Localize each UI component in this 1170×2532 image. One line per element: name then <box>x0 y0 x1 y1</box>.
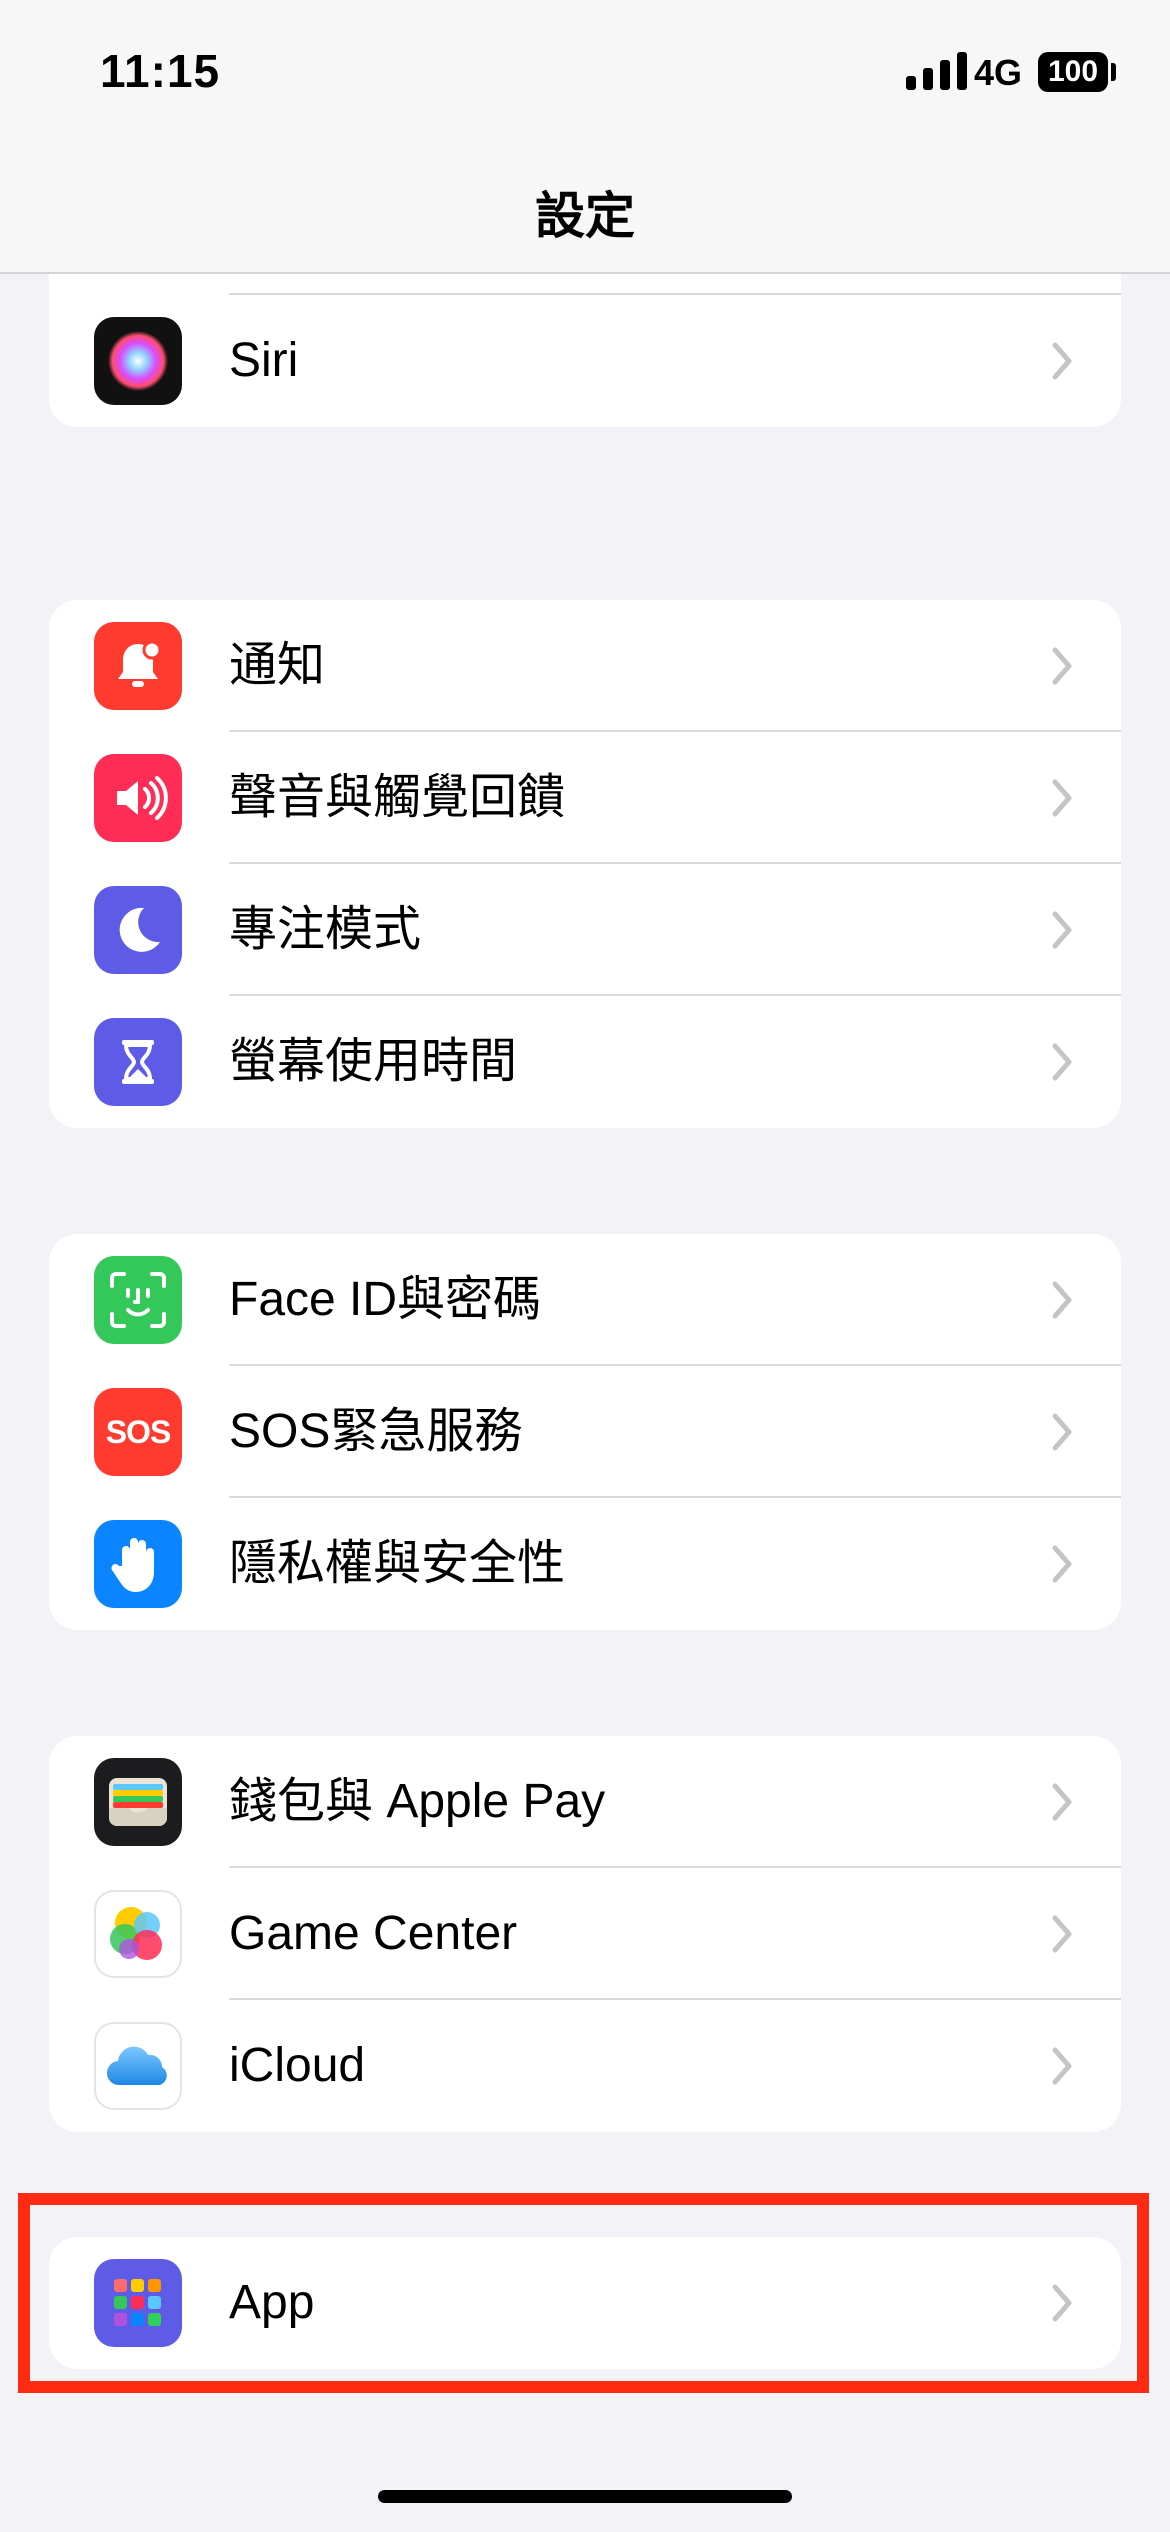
settings-row-label: 專注模式 <box>229 903 422 956</box>
network-type: 4G <box>974 52 1023 93</box>
face-id-icon <box>94 1256 182 1344</box>
settings-row-privacy-security[interactable]: 隱私權與安全性 <box>49 1498 1121 1630</box>
settings-group-accounts: 錢包與 Apple Pay Game Center iCloud <box>49 1736 1121 2132</box>
settings-row-screen-time[interactable]: 螢幕使用時間 <box>49 996 1121 1128</box>
chevron-right-icon <box>1052 647 1072 685</box>
navigation-header: 11:15 4G 100 設定 <box>0 0 1170 274</box>
settings-row-label: Face ID與密碼 <box>229 1273 542 1326</box>
settings-row-sounds-haptics[interactable]: 聲音與觸覺回饋 <box>49 732 1121 864</box>
settings-row-label: 通知 <box>229 639 326 692</box>
settings-row-label: 隱私權與安全性 <box>229 1537 566 1590</box>
settings-group-notifications: 通知 聲音與觸覺回饋 專注模式 螢幕使用時間 <box>49 600 1121 1128</box>
siri-icon <box>94 317 182 405</box>
settings-row-label: Siri <box>229 334 299 387</box>
settings-row-emergency-sos[interactable]: SOS SOS緊急服務 <box>49 1366 1121 1498</box>
status-time: 11:15 <box>100 45 221 97</box>
chevron-right-icon <box>1052 1545 1072 1583</box>
settings-row-notifications[interactable]: 通知 <box>49 600 1121 732</box>
sos-icon: SOS <box>94 1388 182 1476</box>
settings-row-label: Game Center <box>229 1907 518 1960</box>
sos-icon-text: SOS <box>105 1413 172 1450</box>
settings-row-icloud[interactable]: iCloud <box>49 2000 1121 2132</box>
moon-icon <box>94 886 182 974</box>
battery-tip <box>1111 63 1116 81</box>
settings-row-game-center[interactable]: Game Center <box>49 1868 1121 2000</box>
battery-icon: 100 <box>1038 52 1108 92</box>
settings-row-label: iCloud <box>229 2039 366 2092</box>
settings-group-security: Face ID與密碼 SOS SOS緊急服務 隱私權與安全性 <box>49 1234 1121 1630</box>
settings-row-siri[interactable]: Siri <box>49 295 1121 427</box>
chevron-right-icon <box>1052 1783 1072 1821</box>
settings-row-focus[interactable]: 專注模式 <box>49 864 1121 996</box>
home-indicator[interactable] <box>378 2490 792 2503</box>
settings-row-label: 錢包與 Apple Pay <box>229 1775 606 1828</box>
settings-row-label: SOS緊急服務 <box>229 1405 523 1458</box>
chevron-right-icon <box>1052 342 1072 380</box>
game-center-icon <box>94 1890 182 1978</box>
chevron-right-icon <box>1052 1281 1072 1319</box>
settings-row-label: 螢幕使用時間 <box>229 1035 518 1088</box>
bell-icon <box>94 622 182 710</box>
hand-icon <box>94 1520 182 1608</box>
settings-row-face-id[interactable]: Face ID與密碼 <box>49 1234 1121 1366</box>
chevron-right-icon <box>1052 1413 1072 1451</box>
icloud-icon <box>94 2022 182 2110</box>
chevron-right-icon <box>1052 2047 1072 2085</box>
highlight-box <box>18 2193 1149 2393</box>
chevron-right-icon <box>1052 911 1072 949</box>
speaker-icon <box>94 754 182 842</box>
chevron-right-icon <box>1052 1043 1072 1081</box>
page-title: 設定 <box>535 188 635 244</box>
chevron-right-icon <box>1052 1915 1072 1953</box>
wallet-icon <box>94 1758 182 1846</box>
settings-row-wallet-apple-pay[interactable]: 錢包與 Apple Pay <box>49 1736 1121 1868</box>
chevron-right-icon <box>1052 779 1072 817</box>
cellular-signal-icon <box>906 52 967 90</box>
hourglass-icon <box>94 1018 182 1106</box>
settings-row-label: 聲音與觸覺回饋 <box>229 771 566 824</box>
